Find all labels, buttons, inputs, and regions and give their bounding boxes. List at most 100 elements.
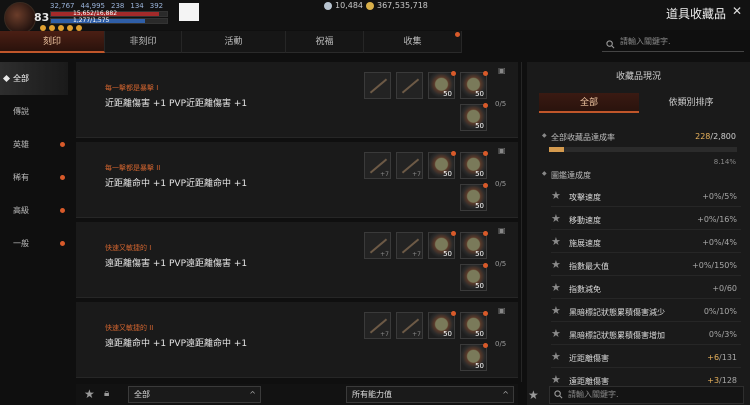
grade-filter-value: 全部	[134, 390, 150, 399]
material-slot[interactable]: 50	[428, 311, 456, 339]
favorite-star-icon[interactable]: ★	[551, 281, 561, 294]
favorite-star-icon[interactable]: ★	[551, 235, 561, 248]
tab-blessing[interactable]: 祝福	[286, 31, 364, 53]
material-slot[interactable]: 50	[460, 343, 488, 371]
collection-progress: 0/5	[495, 180, 507, 188]
favorite-star-icon[interactable]: ★	[551, 304, 561, 317]
camera-icon[interactable]: ▣	[498, 146, 506, 155]
stat-row[interactable]: ★ 施展速度 +0%/4%	[551, 230, 741, 253]
stat-name: 攻擊速度	[569, 193, 601, 202]
stat-name: 指數最大值	[569, 262, 609, 271]
slot-quantity: 50	[475, 122, 484, 130]
collection-effect: 近距離傷害 +1 PVP近距離傷害 +1	[105, 99, 248, 109]
category-heroic[interactable]: 英雄	[0, 128, 68, 161]
stat-row[interactable]: ★ 指數最大值 +0%/150%	[551, 253, 741, 276]
grade-filter-select[interactable]: 全部 ^	[128, 386, 261, 403]
category-list: 全部 傳說 英雄 稀有 高級 一般	[0, 62, 68, 260]
tab-sort-by-category[interactable]: 依類別排序	[639, 93, 743, 113]
avatar[interactable]	[4, 2, 36, 34]
stat-value: +0%/4%	[702, 238, 737, 247]
slot-quantity: 50	[475, 170, 484, 178]
material-slot[interactable]: 50	[428, 231, 456, 259]
stat-name: 施展速度	[569, 239, 601, 248]
material-slot[interactable]: 50	[460, 151, 488, 179]
weapon-slot[interactable]	[396, 72, 423, 99]
stat-row[interactable]: ★ 黑暗標記狀態累積傷害增加 0%/3%	[551, 322, 741, 345]
favorite-star-icon[interactable]: ★	[551, 189, 561, 202]
collection-row[interactable]: 快速又敏捷的 I 遠距離傷害 +1 PVP遠距離傷害 +1 +7 +7 50 5…	[76, 222, 518, 298]
weapon-slot[interactable]: +7	[364, 152, 391, 179]
camera-icon[interactable]: ▣	[498, 226, 506, 235]
category-label: 高級	[13, 206, 29, 215]
slot-quantity: 50	[475, 90, 484, 98]
close-icon[interactable]: ✕	[732, 4, 742, 18]
player-stats: 32,767 44,995 238 134 392	[50, 2, 163, 10]
material-slot[interactable]: 50	[460, 263, 488, 291]
search-placeholder: 請輸入關鍵字.	[620, 37, 671, 46]
search-input[interactable]: 請輸入關鍵字.	[602, 32, 744, 52]
favorite-star-icon[interactable]: ★	[551, 327, 561, 340]
panel-search-input[interactable]: 請輸入關鍵字.	[549, 386, 744, 404]
category-advanced[interactable]: 高級	[0, 194, 68, 227]
silver-icon	[324, 1, 332, 10]
favorite-star-icon[interactable]: ★	[84, 387, 95, 401]
collection-progress: 0/5	[495, 340, 507, 348]
material-slot[interactable]: 50	[428, 71, 456, 99]
weapon-slot[interactable]	[364, 72, 391, 99]
category-all[interactable]: 全部	[0, 62, 68, 95]
lock-icon[interactable]: 🔒︎	[104, 388, 109, 399]
notification-dot	[451, 311, 456, 316]
weapon-slot[interactable]: +7	[396, 152, 423, 179]
material-slot[interactable]: 50	[460, 183, 488, 211]
stat-cap: /131	[719, 353, 737, 362]
collection-effect: 遠距離傷害 +1 PVP遠距離傷害 +1	[105, 259, 248, 269]
notification-dot	[60, 208, 65, 213]
weapon-slot[interactable]: +7	[364, 312, 391, 339]
tab-non-engraved[interactable]: 非刻印	[105, 31, 182, 53]
favorite-star-icon[interactable]: ★	[551, 373, 561, 386]
stat-value: 392	[149, 2, 164, 10]
favorite-star-icon[interactable]: ★	[551, 212, 561, 225]
category-label: 傳說	[13, 107, 29, 116]
collection-row[interactable]: 每一擊都是暴擊 II 近距離命中 +1 PVP近距離命中 +1 +7 +7 50…	[76, 142, 518, 218]
ability-filter-select[interactable]: 所有能力值 ^	[346, 386, 514, 403]
tab-panel-all[interactable]: 全部	[539, 93, 639, 113]
stat-name: 近距離傷害	[569, 354, 609, 363]
filter-bar: ★ 🔒︎ 全部 ^ 所有能力值 ^	[76, 384, 518, 405]
category-common[interactable]: 一般	[0, 227, 68, 260]
mp-label: 1,277/1,575	[73, 17, 110, 24]
notification-dot	[60, 142, 65, 147]
window-title: 道具收藏品	[665, 7, 726, 21]
stat-row[interactable]: ★ 近距離傷害 +6/131	[551, 345, 741, 368]
tab-collect[interactable]: 收集	[364, 31, 462, 53]
category-rare[interactable]: 稀有	[0, 161, 68, 194]
camera-icon[interactable]: ▣	[498, 306, 506, 315]
stat-gain: +6	[707, 353, 720, 362]
search-icon	[606, 37, 615, 57]
favorite-star-icon[interactable]: ★	[528, 388, 539, 402]
stat-row[interactable]: ★ 移動速度 +0%/16%	[551, 207, 741, 230]
material-slot[interactable]: 50	[460, 71, 488, 99]
material-slot[interactable]: 50	[460, 103, 488, 131]
tab-engraved[interactable]: 刻印	[0, 31, 105, 53]
stat-row[interactable]: ★ 黑暗標記狀態累積傷害減少 0%/10%	[551, 299, 741, 322]
material-slot[interactable]: 50	[460, 311, 488, 339]
collection-row[interactable]: 快速又敏捷的 II 遠距離命中 +1 PVP遠距離命中 +1 +7 +7 50 …	[76, 302, 518, 378]
panel-title: 收藏品現況	[615, 72, 661, 82]
weapon-slot[interactable]: +7	[364, 232, 391, 259]
collection-row[interactable]: 每一擊都是暴擊 I 近距離傷害 +1 PVP近距離傷害 +1 50 50 50 …	[76, 62, 518, 138]
tab-event[interactable]: 活動	[182, 31, 286, 53]
favorite-star-icon[interactable]: ★	[551, 350, 561, 363]
stat-row[interactable]: ★ 攻擊速度 +0%/5%	[551, 184, 741, 207]
collection-title: 快速又敏捷的 II	[105, 324, 154, 332]
notification-dot	[483, 343, 488, 348]
category-legendary[interactable]: 傳說	[0, 95, 68, 128]
favorite-star-icon[interactable]: ★	[551, 258, 561, 271]
weapon-slot[interactable]: +7	[396, 232, 423, 259]
weapon-slot[interactable]: +7	[396, 312, 423, 339]
material-slot[interactable]: 50	[428, 151, 456, 179]
slot-quantity: 50	[443, 250, 452, 258]
camera-icon[interactable]: ▣	[498, 66, 506, 75]
stat-row[interactable]: ★ 指數減免 +0/60	[551, 276, 741, 299]
material-slot[interactable]: 50	[460, 231, 488, 259]
